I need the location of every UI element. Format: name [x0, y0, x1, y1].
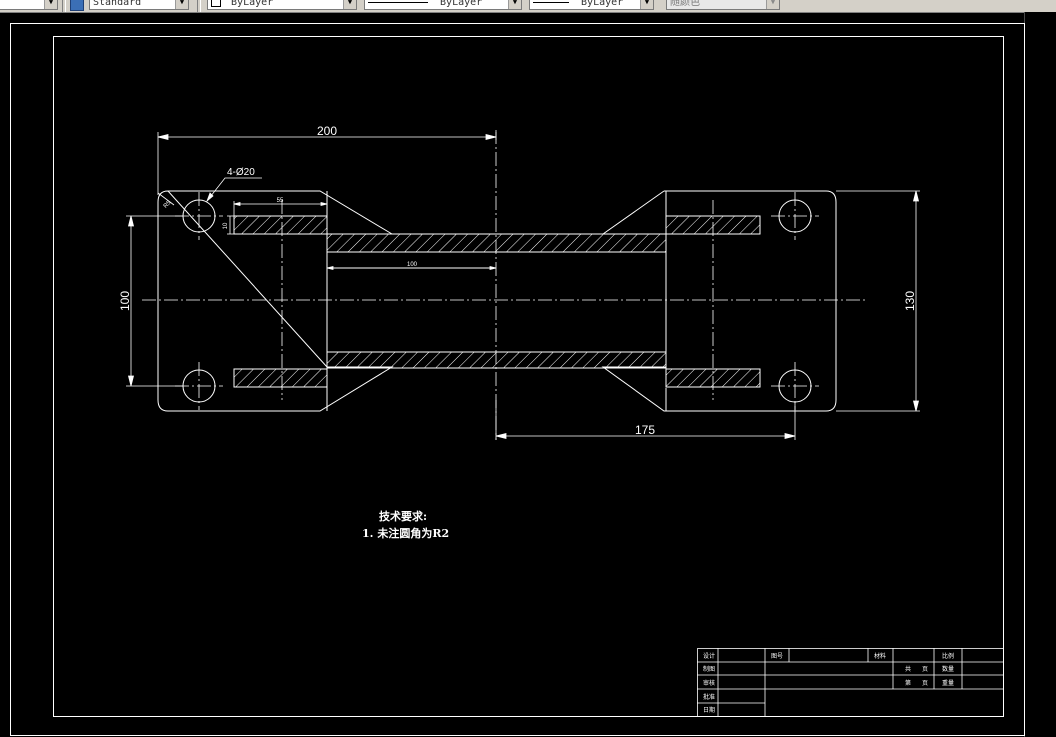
section-hatching: [233, 215, 761, 388]
tb-design: 设计: [703, 652, 715, 660]
tb-sheet-unit-2: 页: [922, 680, 928, 687]
tb-quantity: 数量: [942, 665, 954, 673]
dim-inner-length: 100: [407, 262, 418, 268]
sheet-outer-border: [10, 23, 1025, 736]
vertical-scrollbar[interactable]: [1024, 12, 1056, 737]
tb-drawing-no: 图号: [771, 653, 783, 660]
dim-hole-callout: 4-Ø20: [227, 167, 255, 178]
tb-check: 审核: [703, 679, 715, 687]
dimension-lines: [126, 132, 920, 440]
dim-corner-radius: R5: [163, 200, 173, 210]
notes-heading: 技术要求:: [379, 509, 427, 523]
notes-item-1: 1. 未注圆角为R2: [362, 526, 449, 540]
dim-overall-width: 200: [317, 124, 337, 138]
dim-flange-width: 55: [277, 198, 284, 204]
tb-weight: 重量: [942, 679, 954, 687]
title-block: [697, 648, 1004, 717]
tb-sheet-no: 第: [905, 679, 911, 687]
dim-left-height: 100: [118, 291, 132, 311]
tb-approve: 批准: [703, 693, 715, 701]
dim-right-height: 130: [903, 291, 917, 311]
tb-material: 材料: [874, 652, 886, 660]
drawing-canvas[interactable]: 200 4-Ø20 R5 55 10 100 100 130 175 技术要求:…: [0, 0, 1025, 737]
dim-hole-spacing: 175: [635, 423, 655, 437]
tb-date: 日期: [703, 706, 715, 714]
tb-sheet-unit-1: 页: [922, 666, 928, 673]
sheet-inner-border: [53, 36, 1004, 717]
tb-scale: 比例: [942, 652, 954, 660]
tb-draw: 制图: [703, 665, 715, 673]
dim-plate-thickness: 10: [223, 222, 229, 229]
tb-sheet-total: 共: [905, 665, 911, 673]
